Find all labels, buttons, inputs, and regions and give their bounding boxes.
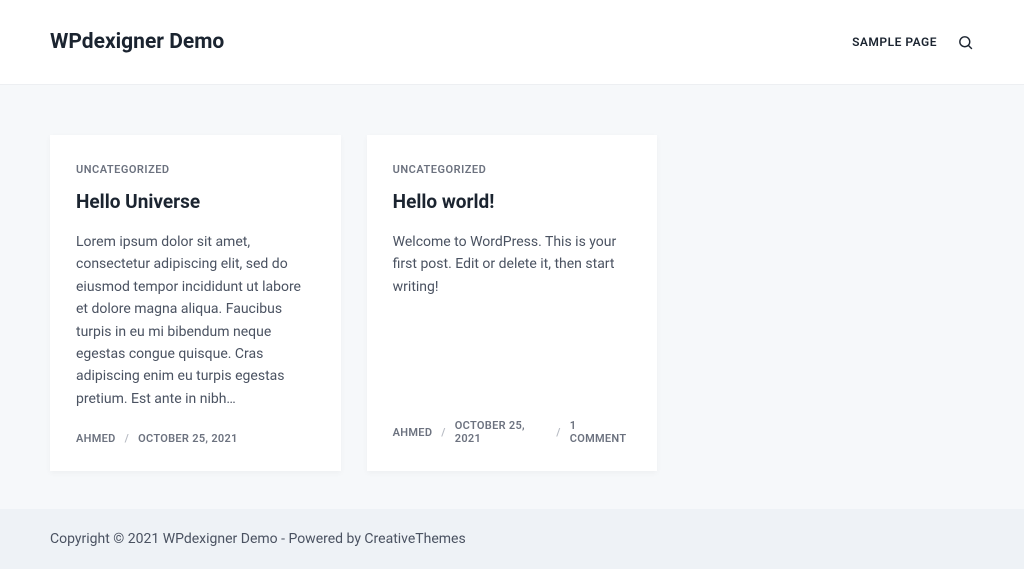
- post-card: UNCATEGORIZED Hello Universe Lorem ipsum…: [50, 135, 341, 471]
- search-icon[interactable]: [957, 34, 974, 51]
- post-meta: AHMED / OCTOBER 25, 2021 / 1 COMMENT: [393, 419, 632, 445]
- post-excerpt: Lorem ipsum dolor sit amet, consectetur …: [76, 231, 315, 410]
- post-excerpt: Welcome to WordPress. This is your first…: [393, 231, 632, 397]
- post-card: UNCATEGORIZED Hello world! Welcome to Wo…: [367, 135, 658, 471]
- post-category[interactable]: UNCATEGORIZED: [393, 163, 632, 176]
- post-date[interactable]: OCTOBER 25, 2021: [138, 432, 238, 445]
- site-header: WPdexigner Demo SAMPLE PAGE: [0, 0, 1024, 85]
- posts-grid: UNCATEGORIZED Hello Universe Lorem ipsum…: [0, 85, 1024, 501]
- site-footer: Copyright © 2021 WPdexigner Demo - Power…: [0, 509, 1024, 569]
- meta-separator: /: [125, 432, 129, 445]
- post-date[interactable]: OCTOBER 25, 2021: [455, 419, 547, 445]
- post-title[interactable]: Hello Universe: [76, 190, 315, 213]
- header-nav: SAMPLE PAGE: [852, 34, 974, 51]
- post-meta: AHMED / OCTOBER 25, 2021: [76, 432, 315, 445]
- post-author[interactable]: AHMED: [393, 426, 433, 439]
- meta-separator: /: [556, 426, 560, 439]
- footer-copyright: Copyright © 2021 WPdexigner Demo - Power…: [50, 531, 364, 547]
- nav-sample-page[interactable]: SAMPLE PAGE: [852, 35, 937, 49]
- post-title[interactable]: Hello world!: [393, 190, 632, 213]
- site-title[interactable]: WPdexigner Demo: [50, 30, 224, 54]
- post-category[interactable]: UNCATEGORIZED: [76, 163, 315, 176]
- meta-separator: /: [441, 426, 445, 439]
- footer-powered-by-link[interactable]: CreativeThemes: [364, 531, 465, 547]
- post-author[interactable]: AHMED: [76, 432, 116, 445]
- post-comments[interactable]: 1 COMMENT: [570, 419, 632, 445]
